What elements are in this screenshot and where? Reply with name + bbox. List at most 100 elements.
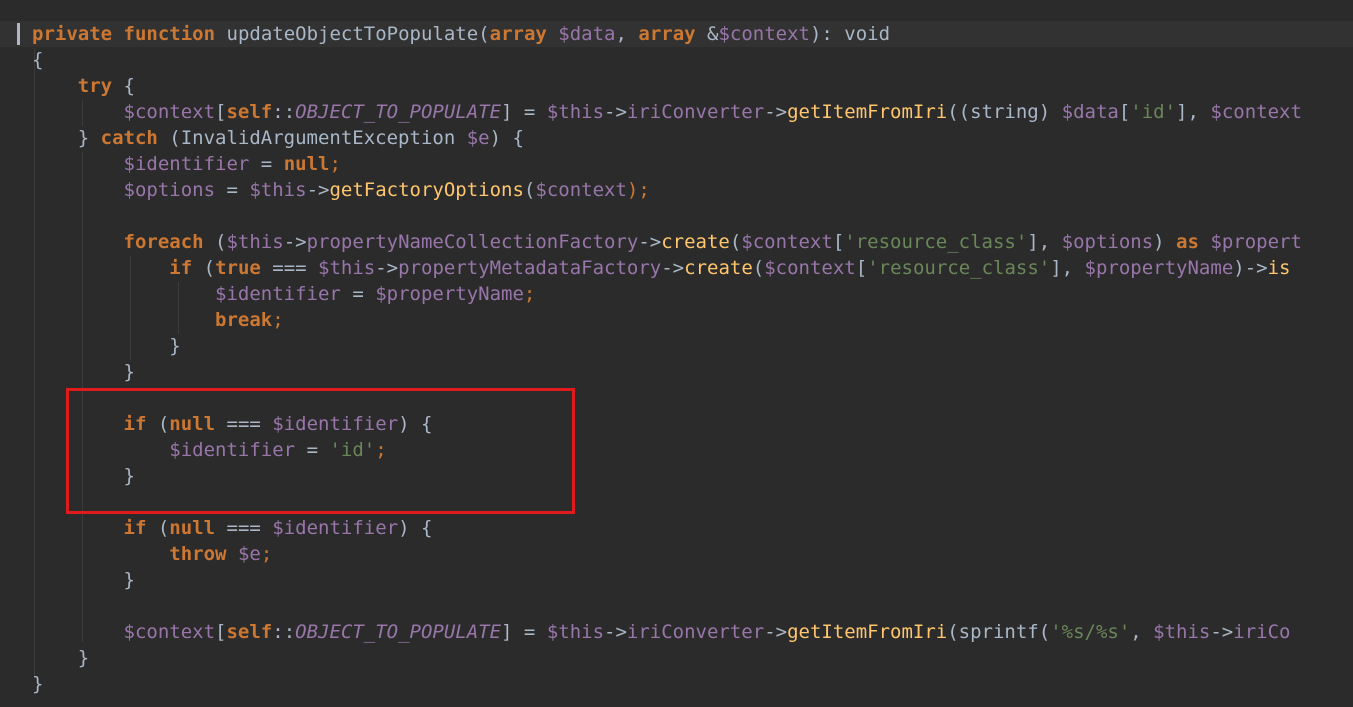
code-token: break	[215, 309, 273, 331]
code-token: ->	[375, 257, 399, 279]
code-token: {	[32, 49, 44, 71]
code-line[interactable]: $context[self::OBJECT_TO_POPULATE] = $th…	[32, 99, 1302, 125]
code-token: $identifier	[272, 517, 399, 539]
code-token: $data	[558, 23, 616, 45]
code-token: $this	[318, 257, 376, 279]
code-line[interactable]: foreach ($this->propertyNameCollectionFa…	[32, 229, 1302, 255]
code-token: [	[215, 621, 227, 643]
code-token: $data	[1061, 101, 1119, 123]
code-token: }	[32, 361, 135, 383]
code-token: ->	[306, 179, 330, 201]
code-token: ->	[604, 621, 627, 643]
code-token: iriConverter	[626, 101, 765, 123]
code-token: ): void	[809, 23, 891, 45]
code-line[interactable]: break;	[32, 307, 284, 333]
code-token: ->	[638, 231, 662, 253]
code-line[interactable]: }	[32, 333, 180, 359]
code-token: $this	[249, 179, 307, 201]
code-line[interactable]: $identifier = $propertyName;	[32, 281, 535, 307]
code-token: getItemFromIri	[787, 621, 948, 643]
code-line[interactable]: if (true === $this->propertyMetadataFact…	[32, 255, 1290, 281]
code-token: (	[523, 179, 536, 201]
code-token: ;	[272, 309, 284, 331]
code-token: $this	[226, 231, 284, 253]
code-token: (sprintf(	[947, 621, 1051, 643]
code-token: (	[192, 257, 216, 279]
code-line[interactable]: }	[32, 567, 135, 593]
code-token: ] =	[501, 101, 547, 123]
code-token: $options	[1061, 231, 1154, 253]
code-token: throw	[169, 543, 227, 565]
code-token: $propertyName	[1084, 257, 1234, 279]
code-token: [	[855, 257, 868, 279]
code-line[interactable]: }	[32, 645, 89, 671]
code-line[interactable]: if (null === $identifier) {	[32, 515, 433, 541]
code-token: ===	[215, 517, 273, 539]
code-token: (	[729, 231, 742, 253]
code-token: getItemFromIri	[787, 101, 948, 123]
code-token: ],	[1050, 257, 1085, 279]
code-token: $propert	[1210, 231, 1302, 253]
code-token: null	[169, 517, 216, 539]
code-token: ,	[615, 23, 639, 45]
code-line[interactable]: $options = $this->getFactoryOptions($con…	[32, 177, 650, 203]
code-token: $context	[1210, 101, 1302, 123]
code-token: propertyMetadataFactory	[398, 257, 662, 279]
code-line[interactable]: }	[32, 359, 135, 385]
code-token: [	[832, 231, 845, 253]
code-token: $context	[718, 23, 810, 45]
code-token: function	[123, 23, 216, 45]
code-token: $this	[1153, 621, 1211, 643]
code-editor[interactable]: private function updateObjectToPopulate(…	[0, 0, 1353, 707]
code-token: $context	[764, 257, 856, 279]
code-token: $options	[123, 179, 216, 201]
code-line[interactable]: }	[32, 671, 43, 697]
code-token: (	[146, 517, 170, 539]
code-token: )	[1153, 231, 1177, 253]
code-token: );	[626, 179, 650, 201]
code-token: ;	[260, 543, 273, 565]
code-token: ;	[329, 153, 341, 175]
code-token: self	[226, 101, 273, 123]
code-token: (	[478, 23, 490, 45]
code-token: $propertyName	[375, 283, 524, 305]
code-token: =	[249, 153, 284, 175]
code-line[interactable]: private function updateObjectToPopulate(…	[32, 21, 890, 47]
code-token: $context	[535, 179, 627, 201]
code-token: ===	[260, 257, 319, 279]
code-token: =	[215, 179, 250, 201]
code-token: ->	[764, 621, 788, 643]
code-token: OBJECT_TO_POPULATE	[295, 101, 502, 123]
code-line[interactable]: try {	[32, 73, 135, 99]
code-token: (InvalidArgumentException	[157, 127, 467, 149]
code-token: }	[32, 569, 135, 591]
code-token: $context	[123, 101, 216, 123]
code-token: 'resource_class'	[844, 231, 1028, 253]
code-token: ) {	[489, 127, 524, 149]
code-token: ::	[272, 101, 296, 123]
code-line[interactable]: $context[self::OBJECT_TO_POPULATE] = $th…	[32, 619, 1291, 645]
code-token: array	[638, 23, 696, 45]
code-token: ->	[764, 101, 788, 123]
code-line[interactable]: } catch (InvalidArgumentException $e) {	[32, 125, 524, 151]
code-line[interactable]: throw $e;	[32, 541, 272, 567]
code-line[interactable]: $identifier = null;	[32, 151, 341, 177]
code-token: (	[752, 257, 765, 279]
code-token: create	[661, 231, 730, 253]
code-token: iriCo	[1233, 621, 1291, 643]
code-token: $identifier	[123, 153, 250, 175]
code-token: ::	[272, 621, 296, 643]
code-token: $e	[237, 543, 261, 565]
code-token: getFactoryOptions	[329, 179, 524, 201]
code-line[interactable]: {	[32, 47, 43, 73]
code-token: is	[1267, 257, 1291, 279]
